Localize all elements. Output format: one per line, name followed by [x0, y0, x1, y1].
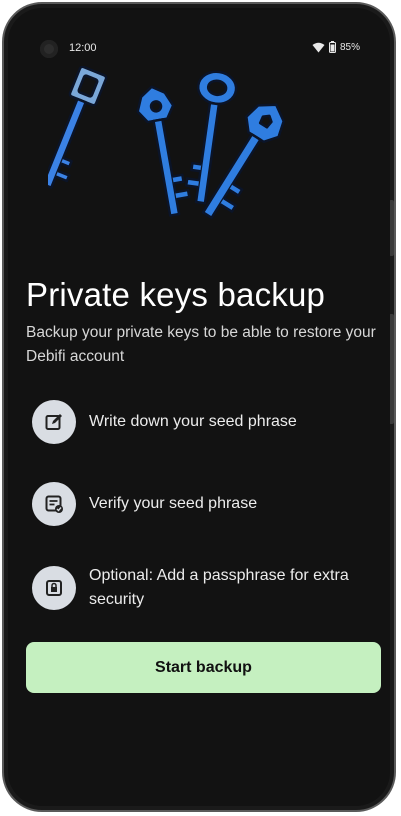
page-subtitle: Backup your private keys to be able to r… — [26, 324, 376, 365]
camera-icon — [40, 40, 58, 58]
step-passphrase: Optional: Add a passphrase for extra sec… — [32, 564, 372, 612]
start-backup-button[interactable]: Start backup — [26, 642, 381, 693]
step-label: Write down your seed phrase — [89, 413, 297, 430]
app-screen: 12:00 85% Private keys backup Backup you… — [8, 8, 390, 806]
page-title: Private keys backup — [26, 276, 326, 313]
step-label: Verify your seed phrase — [89, 495, 258, 512]
phone-frame: 12:00 85% Private keys backup Backup you… — [2, 2, 396, 812]
battery-icon — [328, 41, 336, 53]
lock-icon — [32, 566, 76, 610]
key-icon — [48, 66, 108, 189]
step-label: Optional: Add a passphrase for extra sec… — [89, 567, 349, 608]
keys-illustration — [48, 66, 285, 219]
status-bar: 12:00 85% — [8, 38, 390, 60]
status-indicators: 85% — [312, 41, 360, 53]
status-time: 12:00 — [69, 42, 97, 54]
battery-level: 85% — [339, 41, 360, 53]
step-write-seed: Write down your seed phrase — [32, 400, 372, 444]
key-icon — [136, 85, 191, 217]
step-verify-seed: Verify your seed phrase — [32, 482, 372, 526]
edit-icon — [32, 400, 76, 444]
verify-document-icon — [32, 482, 76, 526]
wifi-icon — [312, 42, 325, 52]
